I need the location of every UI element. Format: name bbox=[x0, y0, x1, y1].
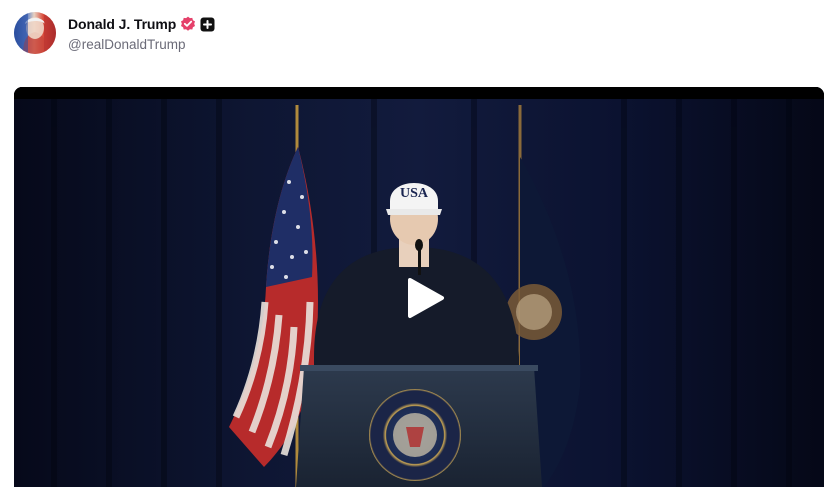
author-handle[interactable]: @realDonaldTrump bbox=[68, 37, 215, 52]
cap-text: USA bbox=[400, 186, 429, 201]
play-button[interactable] bbox=[404, 276, 448, 320]
display-name[interactable]: Donald J. Trump bbox=[68, 16, 176, 32]
plus-square-icon bbox=[200, 17, 215, 32]
avatar[interactable] bbox=[14, 12, 56, 54]
play-icon bbox=[408, 278, 444, 318]
verified-badge-icon bbox=[180, 16, 196, 32]
post-header: Donald J. Trump @realDonaldTrump bbox=[14, 12, 215, 54]
avatar-portrait bbox=[14, 12, 56, 54]
video-player[interactable]: USA bbox=[14, 87, 824, 487]
name-row: Donald J. Trump bbox=[68, 14, 215, 34]
author-info: Donald J. Trump @realDonaldTrump bbox=[68, 14, 215, 52]
